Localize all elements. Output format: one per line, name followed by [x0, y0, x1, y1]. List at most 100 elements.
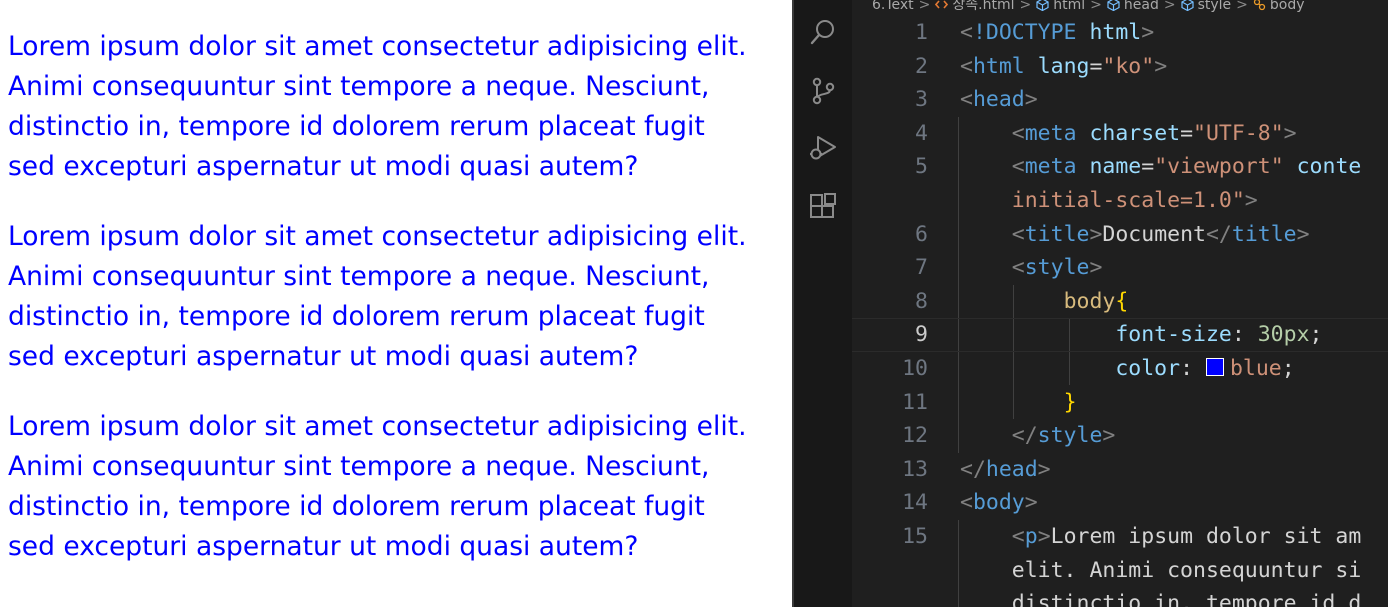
code-token: body — [1063, 288, 1116, 314]
code-token: { — [1115, 288, 1129, 314]
code-line[interactable]: distinctio in, tempore id d — [852, 587, 1388, 607]
code-token: > — [1037, 456, 1051, 482]
element-icon — [1107, 0, 1120, 12]
code-token: </ — [960, 456, 986, 482]
code-token: < — [960, 490, 973, 516]
code-text: <style> — [960, 251, 1103, 285]
code-token: ; — [1309, 322, 1323, 348]
code-token: ; — [1281, 356, 1295, 381]
code-token: </ — [1205, 221, 1232, 247]
code-token: name — [1089, 154, 1142, 180]
source-control-icon[interactable] — [808, 76, 838, 106]
html-file-icon — [935, 0, 949, 11]
breadcrumb-item[interactable]: 6.Text — [872, 0, 914, 13]
breadcrumb-item[interactable]: head — [1124, 0, 1159, 13]
code-token: p — [1024, 524, 1038, 549]
code-token: : — [1231, 322, 1258, 348]
code-token: font-size — [1115, 322, 1232, 348]
code-line[interactable]: 12 </style> — [852, 419, 1388, 453]
line-number: 10 — [902, 356, 928, 381]
code-token: Document — [1102, 221, 1206, 247]
code-area[interactable]: 6.Text > 상속.html > html > head > style > body 1 <!D… — [852, 0, 1388, 607]
code-line[interactable]: 2 <html lang="ko"> — [852, 50, 1388, 84]
code-token: </ — [1011, 423, 1038, 449]
browser-preview: Lorem ipsum dolor sit amet consectetur a… — [0, 0, 792, 607]
code-text: body{ — [960, 285, 1129, 319]
code-text: <head> — [960, 83, 1038, 117]
search-icon[interactable] — [808, 17, 838, 47]
code-token: > — [1089, 255, 1103, 281]
code-line[interactable]: 7 <style> — [852, 251, 1388, 285]
code-text: distinctio in, tempore id d — [960, 587, 1362, 607]
code-text: <meta charset="UTF-8"> — [960, 117, 1297, 151]
code-line[interactable]: 3 <head> — [852, 83, 1388, 117]
code-token: 30px — [1257, 322, 1310, 348]
code-text: initial-scale=1.0"> — [960, 184, 1258, 218]
code-line[interactable]: 15 <p>Lorem ipsum dolor sit am — [852, 520, 1388, 554]
code-line[interactable]: 6 <title>Document</title> — [852, 218, 1388, 252]
extensions-icon[interactable] — [808, 192, 838, 222]
code-line[interactable]: 1 <!DOCTYPE html> — [852, 16, 1388, 50]
code-token: body — [972, 490, 1025, 516]
code-token: html — [972, 53, 1025, 79]
line-number: 9 — [915, 322, 928, 348]
preview-paragraph: Lorem ipsum dolor sit amet consectetur a… — [8, 411, 747, 562]
breadcrumb-item[interactable]: html — [1053, 0, 1085, 13]
code-line[interactable]: elit. Animi consequuntur si — [852, 554, 1388, 588]
code-token: conte — [1296, 154, 1362, 180]
code-line[interactable]: 9 font-size: 30px; — [852, 318, 1388, 352]
code-token: distinctio in, tempore id d — [960, 591, 1362, 607]
code-line[interactable]: initial-scale=1.0"> — [852, 184, 1388, 218]
breadcrumb-separator: > — [1090, 0, 1102, 13]
color-swatch-icon[interactable] — [1205, 358, 1224, 376]
code-token: title — [1024, 221, 1090, 247]
breadcrumb-separator: > — [918, 0, 931, 13]
breadcrumb-item[interactable]: body — [1270, 0, 1305, 13]
code-token: Lorem ipsum dolor sit am — [1050, 524, 1362, 549]
code-line[interactable]: 13 </head> — [852, 453, 1388, 487]
line-number: 12 — [902, 423, 928, 449]
code-line[interactable]: 8 body{ — [852, 285, 1388, 319]
code-token: color — [1115, 356, 1181, 381]
preview-paragraph: Lorem ipsum dolor sit amet consectetur a… — [8, 221, 747, 372]
element-icon — [1180, 0, 1194, 12]
preview-paragraph: Lorem ipsum dolor sit amet consectetur a… — [8, 31, 747, 182]
code-token: > — [1102, 423, 1116, 449]
code-token: < — [960, 53, 973, 79]
code-token: < — [960, 20, 973, 45]
line-number: 13 — [902, 456, 928, 482]
code-line[interactable]: 4 <meta charset="UTF-8"> — [852, 117, 1388, 151]
code-token: > — [1024, 87, 1038, 113]
breadcrumb-item[interactable]: 상속.html — [952, 0, 1014, 13]
breadcrumb-item[interactable]: style — [1198, 0, 1232, 13]
run-debug-icon[interactable] — [808, 133, 838, 163]
code-text: <html lang="ko"> — [960, 50, 1167, 84]
code-token: meta — [1024, 154, 1077, 180]
code-text: <!DOCTYPE html> — [960, 16, 1154, 50]
code-token: = — [1141, 154, 1155, 180]
code-editor: 6.Text > 상속.html > html > head > style > body 1 <!D… — [794, 0, 1388, 607]
code-line[interactable]: 10 color: blue; — [852, 352, 1388, 386]
code-line[interactable]: 14 <body> — [852, 486, 1388, 520]
code-token: < — [960, 87, 973, 113]
code-text: font-size: 30px; — [960, 318, 1322, 352]
element-icon — [1036, 0, 1049, 12]
code-token: lang — [1037, 53, 1090, 79]
code-text: </style> — [960, 419, 1116, 453]
code-token: < — [1011, 221, 1025, 247]
code-token: } — [1063, 389, 1077, 415]
code-line[interactable]: 11 } — [852, 386, 1388, 420]
code-line[interactable]: 5 <meta name="viewport" conte — [852, 150, 1388, 184]
code-text: } — [960, 386, 1077, 420]
code-token: > — [1024, 490, 1038, 516]
code-token: > — [1283, 120, 1297, 146]
